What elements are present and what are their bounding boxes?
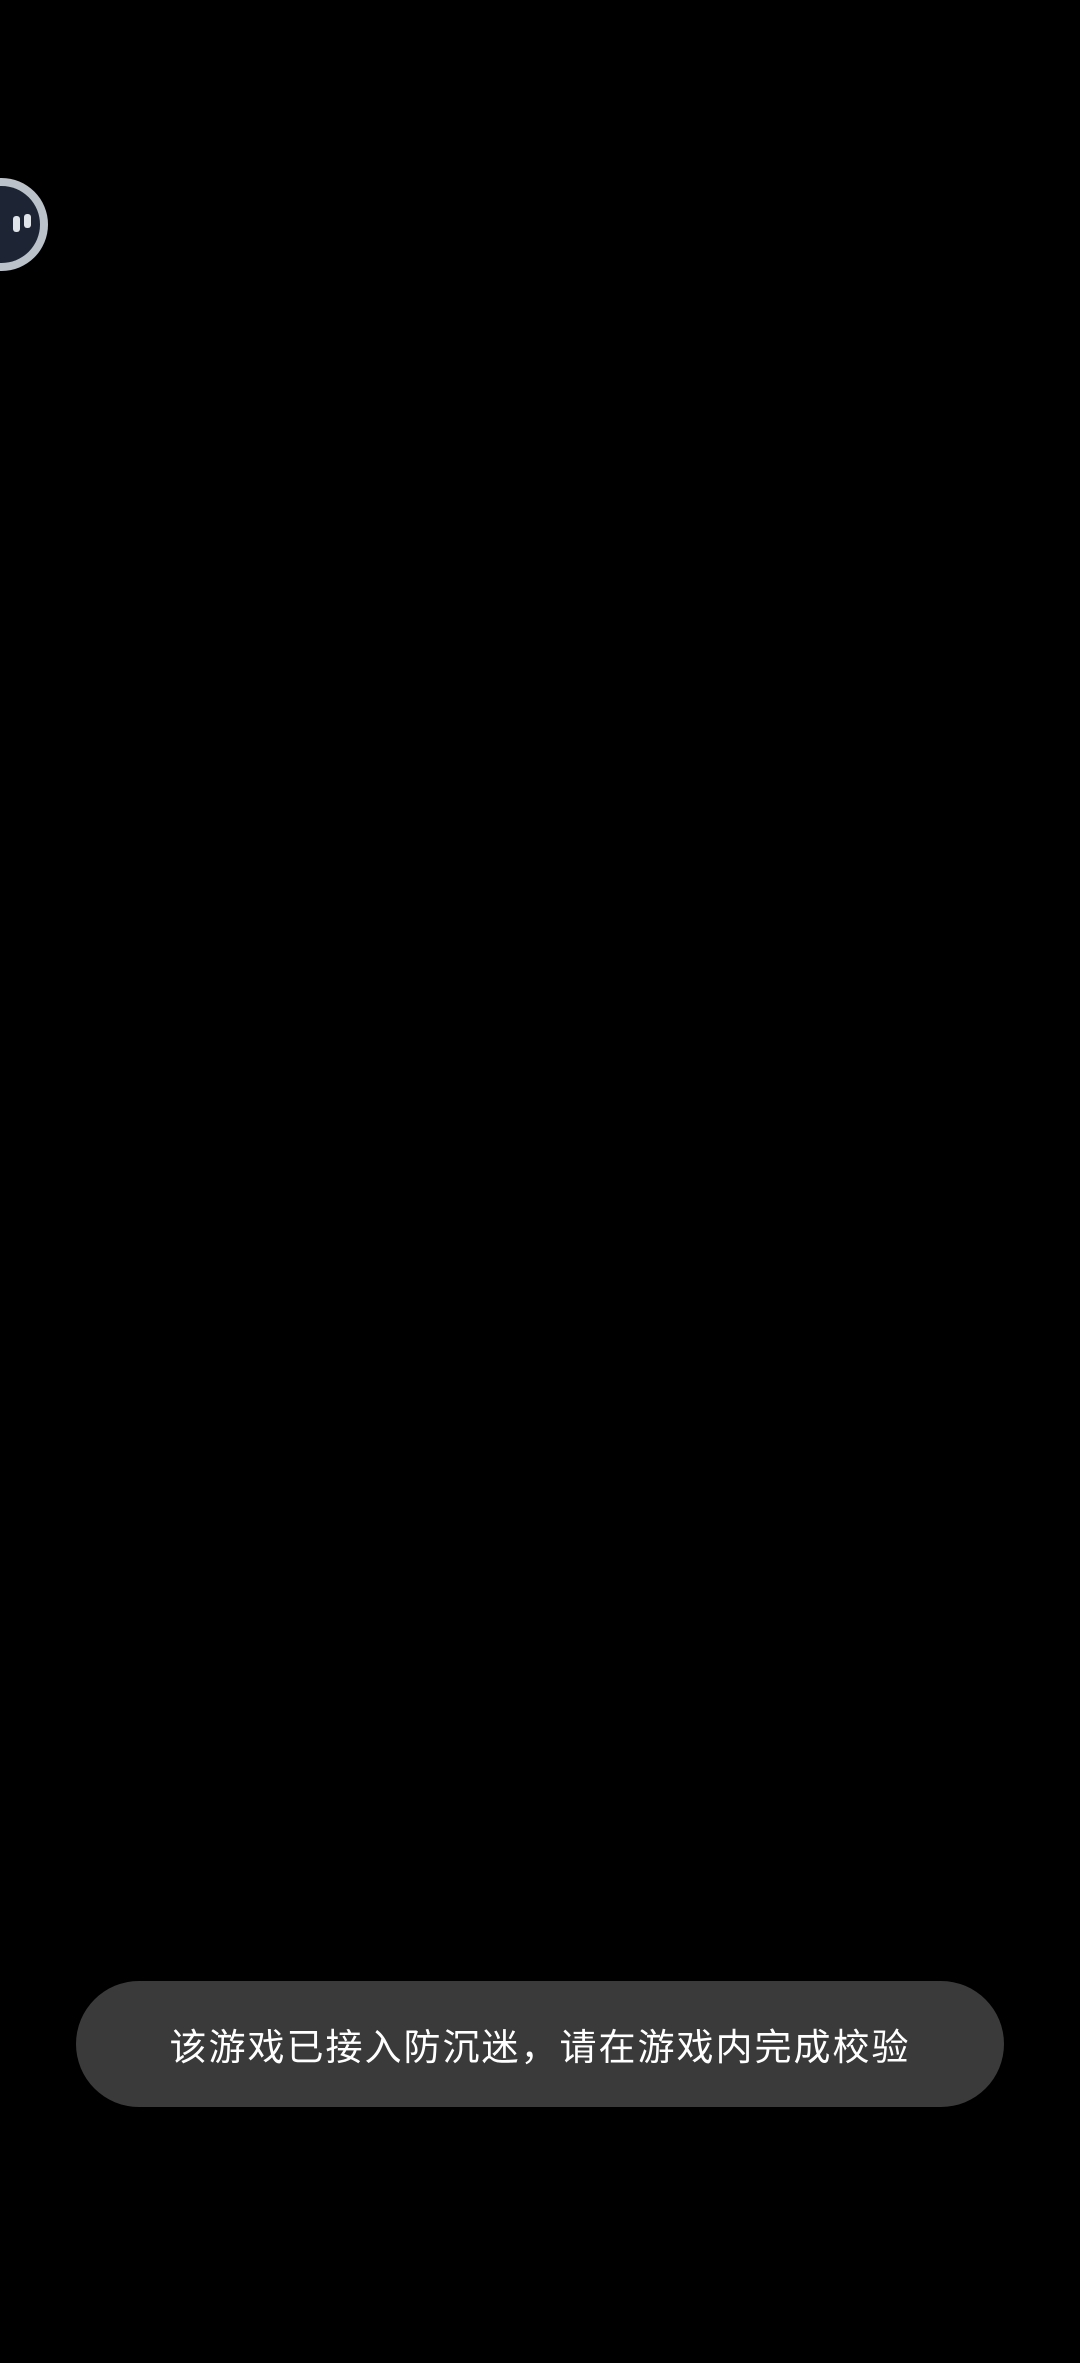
- assistant-eye-left: [13, 216, 20, 232]
- anti-addiction-toast: 该游戏已接入防沉迷，请在游戏内完成校验: [76, 1981, 1004, 2107]
- floating-assistant-ball[interactable]: [0, 178, 48, 271]
- assistant-eye-right: [24, 214, 31, 228]
- toast-message: 该游戏已接入防沉迷，请在游戏内完成校验: [169, 2026, 911, 2069]
- assistant-face-icon: [0, 186, 40, 263]
